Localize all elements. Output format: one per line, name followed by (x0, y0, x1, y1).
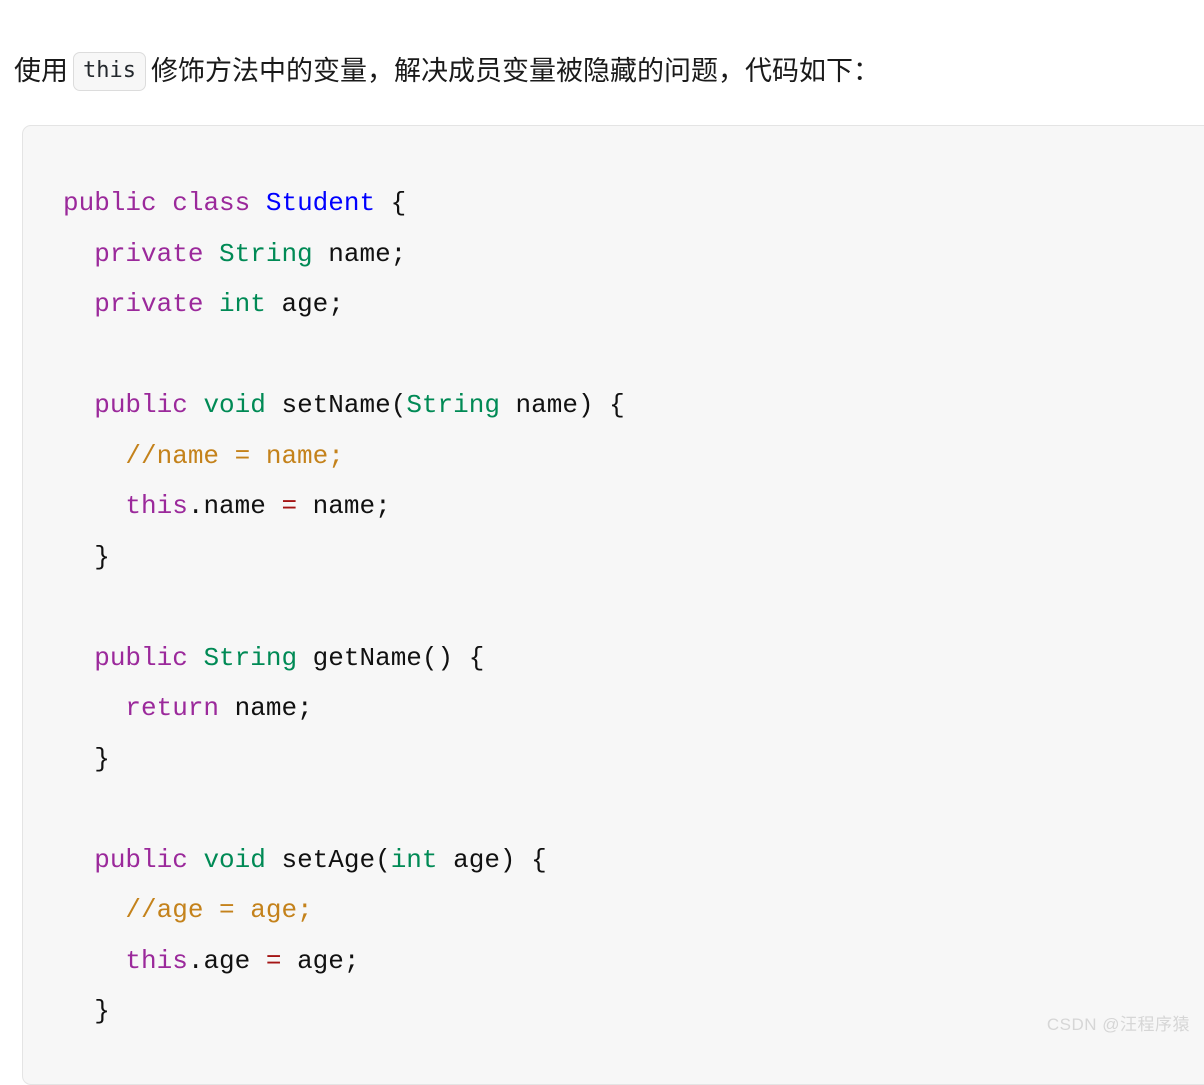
code-token-plain: age; (281, 945, 360, 976)
intro-text-before: 使用 (14, 56, 68, 86)
inline-code-this: this (73, 52, 146, 91)
code-token-plain: name; (219, 693, 313, 723)
code-line: private int age; (63, 279, 1204, 330)
code-token-kw: this (125, 491, 188, 521)
code-token-kw: class (172, 188, 251, 218)
code-token-op: = (281, 491, 298, 521)
code-token-kw: public (94, 390, 188, 420)
code-token-comment: //name = name; (125, 440, 344, 471)
code-line: this.name = name; (63, 481, 1204, 532)
code-token-type: String (406, 390, 500, 420)
code-token-kw: public (94, 844, 188, 875)
code-token-op: = (265, 945, 282, 976)
code-line: this.age = age; (63, 936, 1204, 987)
code-token-type: void (203, 390, 266, 420)
code-token-kw: public (94, 642, 188, 673)
code-token-plain: .age (187, 945, 266, 976)
code-line: public void setName(String name) { (63, 380, 1204, 431)
code-token-plain: age; (265, 289, 344, 319)
code-line: } (63, 986, 1204, 1037)
code-token-type: String (219, 238, 313, 269)
code-token-plain: name; (297, 491, 391, 521)
code-token-comment: //age = age; (125, 895, 313, 925)
code-token-kw: public (63, 188, 157, 218)
code-line: } (63, 734, 1204, 785)
code-token-plain: getName() { (297, 642, 485, 673)
code-line: public void setAge(int age) { (63, 835, 1204, 886)
code-token-type: void (203, 844, 266, 875)
code-token-kw: this (125, 945, 188, 976)
code-line: //age = age; (63, 885, 1204, 936)
code-token-plain: setAge( (265, 844, 391, 875)
code-block: public class Student { private String na… (22, 125, 1204, 1085)
intro-text-after: 修饰方法中的变量，解决成员变量被隐藏的问题，代码如下： (150, 56, 880, 86)
code-token-plain: name; (312, 238, 407, 269)
code-token-kw: return (125, 693, 220, 723)
code-token-plain: setName( (265, 390, 407, 420)
code-token-plain: } (63, 996, 110, 1026)
code-token-class: Student (265, 188, 376, 218)
code-line: public class Student { (63, 178, 1204, 229)
code-token-kw: private (94, 289, 204, 319)
code-token-plain: .name (187, 491, 282, 521)
code-token-type: String (203, 642, 298, 673)
code-content[interactable]: public class Student { private String na… (23, 152, 1204, 1037)
code-token-plain: } (63, 743, 110, 774)
code-line: private String name; (63, 229, 1204, 280)
code-token-type: int (390, 844, 438, 875)
code-line: return name; (63, 683, 1204, 734)
code-line: } (63, 532, 1204, 583)
code-token-plain: name) { (499, 390, 625, 420)
code-line: public String getName() { (63, 633, 1204, 684)
csdn-watermark: CSDN @汪程序猿 (1046, 1015, 1190, 1034)
intro-paragraph: 使用 this 修饰方法中的变量，解决成员变量被隐藏的问题，代码如下： (14, 49, 1204, 93)
code-token-kw: private (94, 238, 204, 269)
code-token-plain: } (63, 541, 110, 572)
code-token-type: int (219, 289, 266, 319)
code-token-plain: { (375, 188, 407, 218)
code-lines-container: public class Student { private String na… (63, 178, 1204, 1037)
code-line: //name = name; (63, 431, 1204, 482)
code-token-plain: age) { (437, 844, 547, 875)
